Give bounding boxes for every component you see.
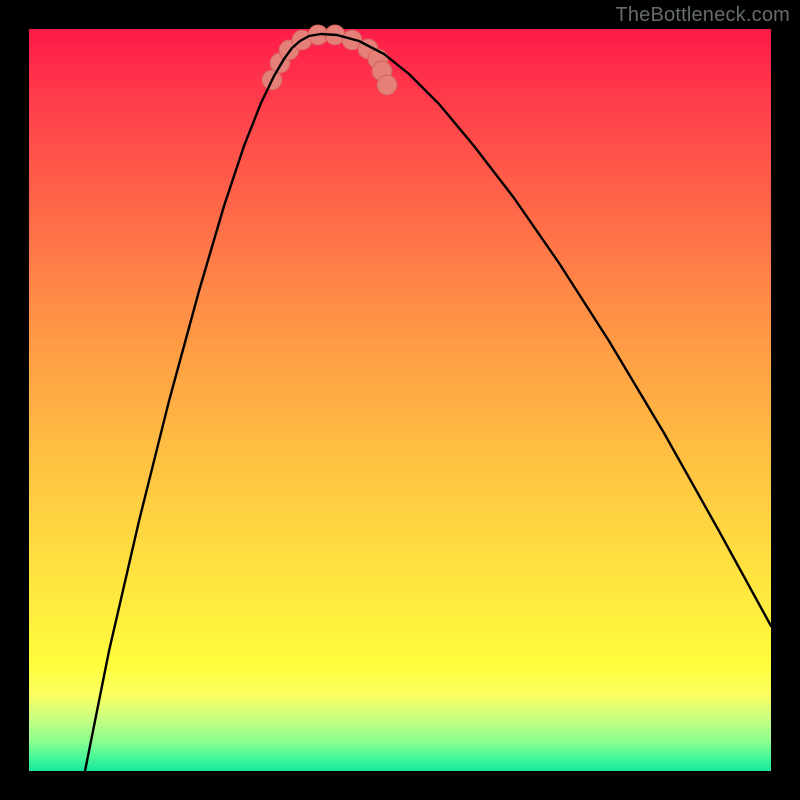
data-marker xyxy=(377,75,397,95)
chart-frame: TheBottleneck.com xyxy=(0,0,800,800)
bottleneck-curve xyxy=(85,34,771,771)
chart-svg xyxy=(29,29,771,771)
chart-plot-area xyxy=(29,29,771,771)
watermark-text: TheBottleneck.com xyxy=(615,4,790,27)
